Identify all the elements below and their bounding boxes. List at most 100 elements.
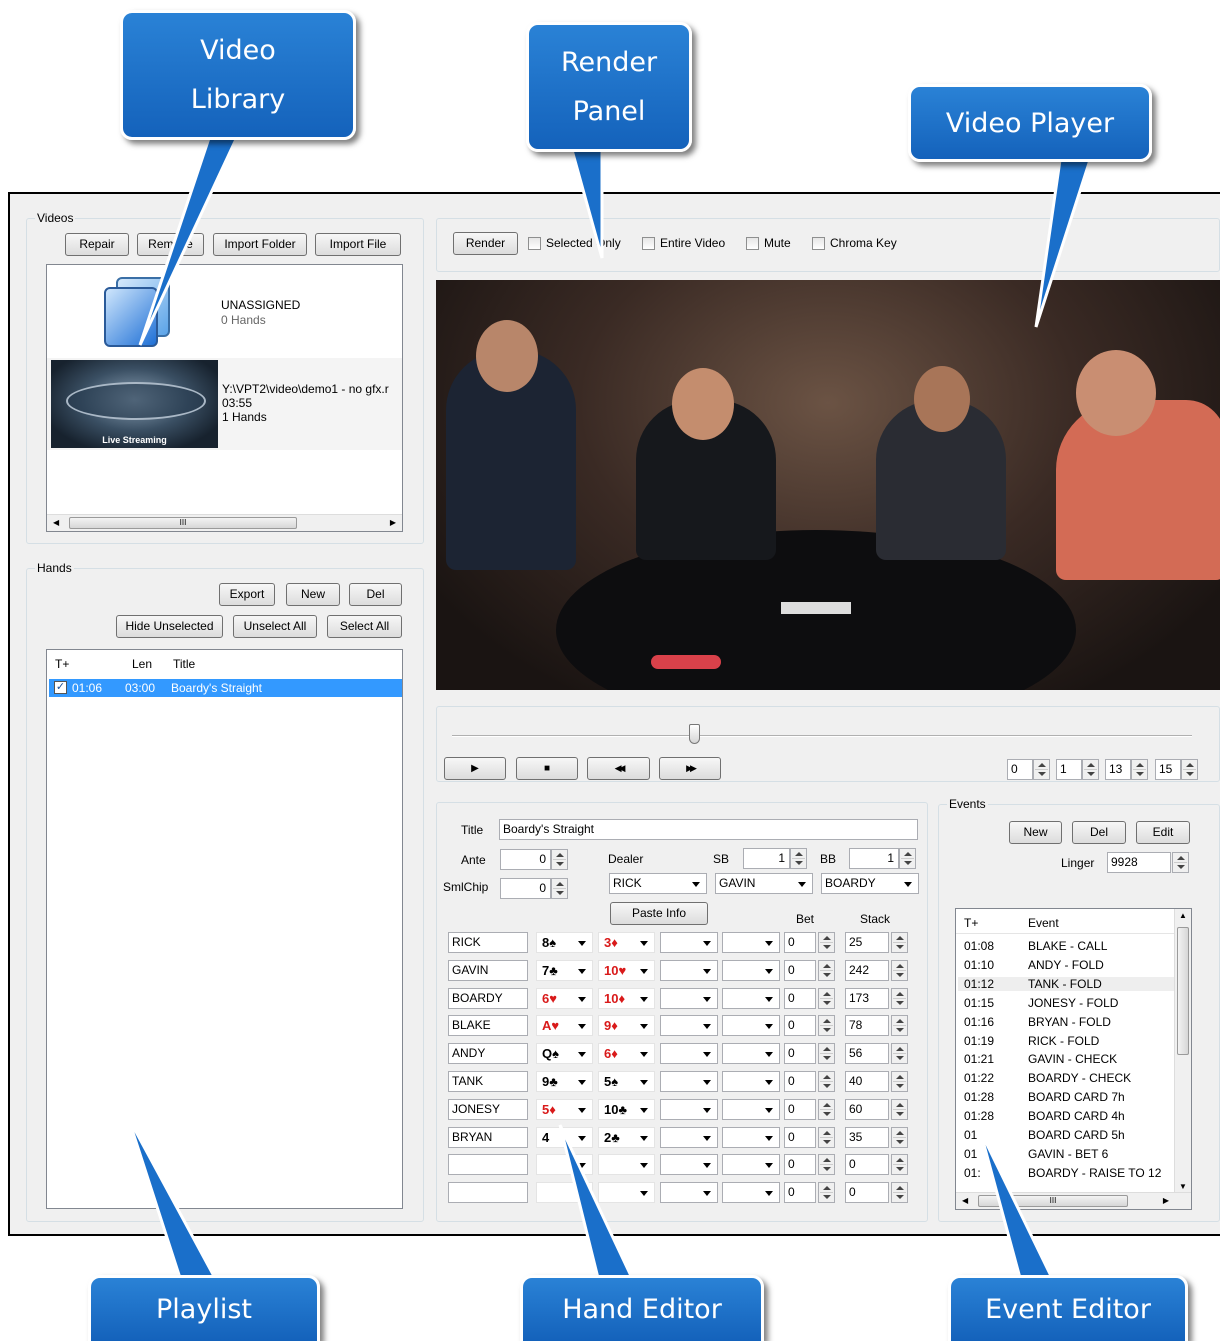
scroll-right-icon[interactable]: ▶ xyxy=(390,518,396,527)
ante-spinner[interactable] xyxy=(551,849,568,870)
scroll-thumb[interactable]: III xyxy=(69,517,297,529)
del-hand-button[interactable]: Del xyxy=(349,583,402,606)
checkbox-box[interactable] xyxy=(812,236,825,250)
event-row[interactable]: 01:22 BOARDY - CHECK xyxy=(964,1071,1131,1085)
bet-field[interactable]: 0 xyxy=(784,932,816,953)
rewind-button[interactable]: ◀◀ xyxy=(587,757,650,780)
card-3-select[interactable] xyxy=(660,1098,718,1120)
player-name-field[interactable]: RICK xyxy=(448,932,528,953)
bet-spinner[interactable] xyxy=(818,1043,835,1065)
card-4-select[interactable] xyxy=(722,1126,780,1148)
time-seconds[interactable]: 13 xyxy=(1105,759,1131,780)
stack-field[interactable]: 0 xyxy=(845,1182,889,1204)
video-item-demo1[interactable]: Live Streaming Y:\VPT2\video\demo1 - no … xyxy=(47,358,402,450)
bet-field[interactable]: 0 xyxy=(784,987,816,1009)
stack-spinner[interactable] xyxy=(891,1126,908,1148)
edit-event-button[interactable]: Edit xyxy=(1136,821,1190,844)
player-name-field[interactable]: TANK xyxy=(448,1071,528,1092)
card-4-select[interactable] xyxy=(722,1071,780,1092)
video-list-hscrollbar[interactable]: ◀ III ▶ xyxy=(47,514,402,531)
event-row[interactable]: 01:08 BLAKE - CALL xyxy=(964,939,1107,953)
paste-info-button[interactable]: Paste Info xyxy=(610,902,708,925)
bet-spinner[interactable] xyxy=(818,959,835,981)
card-3-select[interactable] xyxy=(660,932,718,953)
scroll-down-icon[interactable]: ▼ xyxy=(1179,1182,1187,1191)
hole-card-1-select[interactable]: 5♦ xyxy=(536,1098,593,1120)
player-name-field[interactable] xyxy=(448,1182,528,1204)
stack-field[interactable]: 78 xyxy=(845,1015,889,1037)
hole-card-1-select[interactable]: 7♣ xyxy=(536,959,593,981)
hole-card-1-select[interactable]: 8♠ xyxy=(536,932,593,953)
hole-card-2-select[interactable]: 10♥ xyxy=(598,959,655,981)
player-name-field[interactable]: GAVIN xyxy=(448,959,528,981)
hole-card-1-select[interactable] xyxy=(536,1154,593,1176)
checkbox-box[interactable] xyxy=(642,236,655,250)
event-row[interactable]: 01:28 BOARD CARD 7h xyxy=(964,1090,1125,1104)
event-row[interactable]: 01:15 JONESY - FOLD xyxy=(964,996,1118,1010)
card-4-select[interactable] xyxy=(722,959,780,981)
stack-field[interactable]: 173 xyxy=(845,987,889,1009)
play-button[interactable]: ▶ xyxy=(444,757,506,780)
col-event[interactable]: Event xyxy=(1028,916,1059,930)
dealer-select[interactable]: RICK xyxy=(609,873,707,894)
time-hours[interactable]: 0 xyxy=(1007,759,1033,780)
export-button[interactable]: Export xyxy=(219,583,275,606)
event-row[interactable]: 01:16 BRYAN - FOLD xyxy=(964,1015,1111,1029)
hole-card-1-select[interactable]: A♥ xyxy=(536,1015,593,1037)
hole-card-1-select[interactable]: 6♥ xyxy=(536,987,593,1009)
event-row[interactable]: 01:19 RICK - FOLD xyxy=(964,1034,1099,1048)
bet-spinner[interactable] xyxy=(818,1126,835,1148)
fast-forward-button[interactable]: ▶▶ xyxy=(659,757,721,780)
card-4-select[interactable] xyxy=(722,1098,780,1120)
stack-field[interactable]: 242 xyxy=(845,959,889,981)
hide-unselected-button[interactable]: Hide Unselected xyxy=(116,615,223,638)
card-3-select[interactable] xyxy=(660,1126,718,1148)
sb-player-select[interactable]: GAVIN xyxy=(715,873,813,894)
stack-field[interactable]: 40 xyxy=(845,1071,889,1092)
smlchip-spinner[interactable] xyxy=(551,878,568,899)
stack-spinner[interactable] xyxy=(891,1098,908,1120)
hand-row-checkbox[interactable]: ✓ xyxy=(54,681,67,694)
events-list[interactable]: T+ Event 01:08 BLAKE - CALL 01:10 ANDY - FO… xyxy=(955,908,1192,1210)
chroma-key-checkbox[interactable]: Chroma Key xyxy=(812,236,897,250)
scroll-thumb[interactable]: III xyxy=(978,1195,1128,1207)
events-hscrollbar[interactable]: ◀ III ▶ xyxy=(956,1192,1191,1209)
bet-field[interactable]: 0 xyxy=(784,1182,816,1204)
unselect-all-button[interactable]: Unselect All xyxy=(233,615,317,638)
scroll-up-icon[interactable]: ▲ xyxy=(1179,911,1187,920)
del-event-button[interactable]: Del xyxy=(1072,821,1126,844)
mute-checkbox[interactable]: Mute xyxy=(746,236,791,250)
hole-card-2-select[interactable]: 2♣ xyxy=(598,1126,655,1148)
linger-field[interactable]: 9928 xyxy=(1107,852,1171,873)
video-library-list[interactable]: UNASSIGNED 0 Hands Live Streaming Y:\VPT… xyxy=(46,264,403,532)
hole-card-2-select[interactable]: 9♦ xyxy=(598,1015,655,1037)
event-row[interactable]: 01:10 ANDY - FOLD xyxy=(964,958,1104,972)
scroll-left-icon[interactable]: ◀ xyxy=(962,1196,968,1205)
col-len[interactable]: Len xyxy=(132,657,152,671)
card-4-select[interactable] xyxy=(722,1043,780,1065)
checkbox-box[interactable] xyxy=(528,236,541,250)
scroll-right-icon[interactable]: ▶ xyxy=(1163,1196,1169,1205)
card-3-select[interactable] xyxy=(660,1043,718,1065)
event-row[interactable]: 01:21 GAVIN - CHECK xyxy=(964,1052,1117,1066)
stack-field[interactable]: 35 xyxy=(845,1126,889,1148)
bet-spinner[interactable] xyxy=(818,1098,835,1120)
ante-field[interactable]: 0 xyxy=(500,849,551,870)
bet-field[interactable]: 0 xyxy=(784,1126,816,1148)
card-4-select[interactable] xyxy=(722,1182,780,1204)
event-row[interactable]: 01: BOARDY - RAISE TO 12 xyxy=(964,1166,1161,1180)
hole-card-2-select[interactable]: 10♦ xyxy=(598,987,655,1009)
hole-card-2-select[interactable]: 3♦ xyxy=(598,932,655,953)
col-t[interactable]: T+ xyxy=(964,916,978,930)
stack-field[interactable]: 60 xyxy=(845,1098,889,1120)
video-frame[interactable] xyxy=(436,280,1220,690)
hole-card-1-select[interactable]: 4 xyxy=(536,1126,593,1148)
hole-card-1-select[interactable] xyxy=(536,1182,593,1204)
hole-card-2-select[interactable]: 6♦ xyxy=(598,1043,655,1065)
render-button[interactable]: Render xyxy=(453,232,518,255)
repair-button[interactable]: Repair xyxy=(65,233,129,256)
sb-field[interactable]: 1 xyxy=(743,848,790,869)
bet-field[interactable]: 0 xyxy=(784,1098,816,1120)
hands-list[interactable]: T+ Len Title ✓ 01:06 03:00 Boardy's Stra… xyxy=(46,649,403,1209)
remove-button[interactable]: Remove xyxy=(137,233,204,256)
